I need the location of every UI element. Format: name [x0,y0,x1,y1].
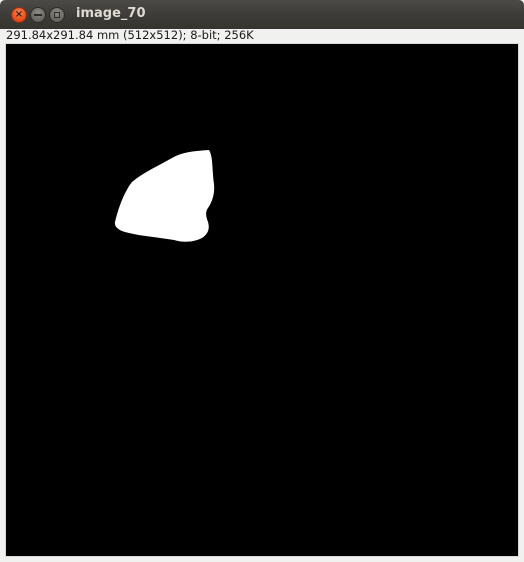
image-window: × image_70 291.84x291.84 mm (512x512); 8… [0,0,524,562]
close-icon: × [14,9,24,20]
title-bar[interactable]: × image_70 [0,0,524,29]
image-svg [6,44,518,556]
close-button[interactable]: × [11,7,27,23]
minimize-icon [34,14,42,16]
minimize-button[interactable] [30,7,46,23]
image-background [6,44,518,556]
image-info-label: 291.84x291.84 mm (512x512); 8-bit; 256K [6,28,254,42]
image-canvas[interactable] [6,44,518,556]
window-title: image_70 [76,6,146,21]
maximize-icon [54,12,60,18]
maximize-button[interactable] [49,7,65,23]
